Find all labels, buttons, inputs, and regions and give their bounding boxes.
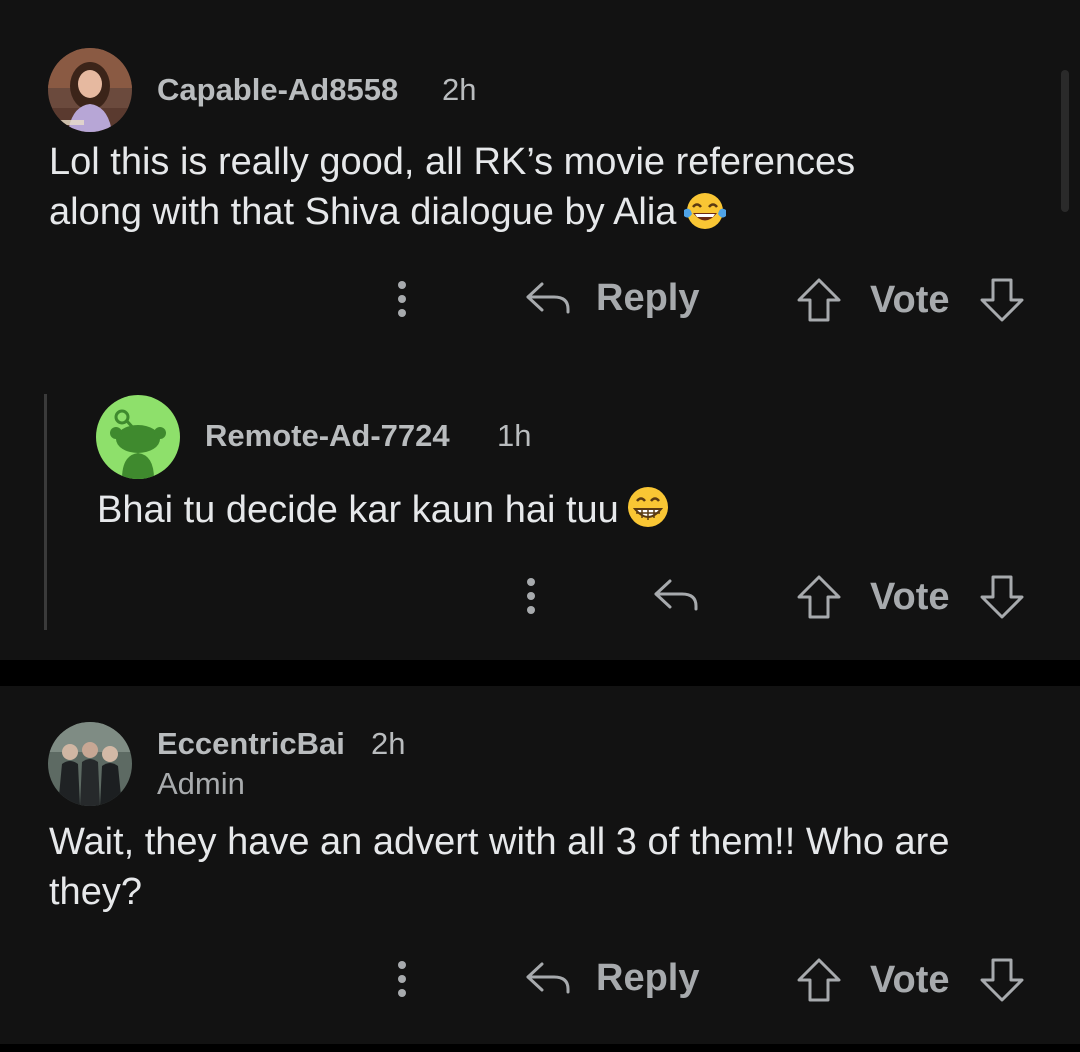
comment-thread: Capable-Ad8558 2h Lol this is really goo… [0, 0, 1080, 660]
avatar[interactable] [48, 48, 132, 132]
vote-controls: Vote [795, 573, 1026, 621]
reply-button[interactable]: Reply [524, 276, 699, 320]
reply-label: Reply [596, 956, 700, 999]
comment-body: Wait, they have an advert with all 3 of … [49, 817, 1049, 917]
reply-arrow-icon [526, 282, 570, 314]
comment-username[interactable]: EccentricBai [157, 726, 345, 762]
upvote-icon[interactable] [795, 276, 843, 324]
avatar-photo [48, 722, 132, 806]
user-flair-badge: Admin [157, 766, 245, 801]
reply-button[interactable] [652, 573, 700, 617]
more-options-button[interactable] [519, 575, 543, 619]
upvote-icon[interactable] [795, 956, 843, 1004]
comment-body: Bhai tu decide kar kaun hai tuu [97, 484, 997, 543]
reply-label: Reply [596, 276, 700, 319]
comment-timestamp: 2h [442, 72, 477, 107]
comment-timestamp: 2h [371, 726, 406, 761]
more-options-icon [527, 578, 535, 614]
comment-username[interactable]: Capable-Ad8558 [157, 72, 398, 108]
snoo-avatar-icon [96, 395, 180, 479]
more-options-icon [398, 961, 406, 997]
vote-label: Vote [870, 278, 950, 321]
downvote-icon[interactable] [978, 956, 1026, 1004]
thread-line[interactable] [44, 394, 47, 630]
vote-label: Vote [870, 575, 950, 618]
comment-body-text: Wait, they have an advert with all 3 of … [49, 821, 950, 913]
downvote-icon[interactable] [978, 276, 1026, 324]
grinning-face-emoji [625, 484, 671, 543]
vote-controls: Vote [795, 276, 1026, 324]
avatar[interactable] [96, 395, 180, 479]
more-options-icon [398, 281, 406, 317]
reply-arrow-icon [654, 579, 698, 611]
downvote-icon[interactable] [978, 573, 1026, 621]
reply-arrow-icon [526, 962, 570, 994]
more-options-button[interactable] [390, 278, 414, 322]
comment-timestamp: 1h [497, 418, 532, 453]
avatar-photo [48, 48, 132, 132]
comment-body: Lol this is really good, all RK’s movie … [49, 137, 949, 245]
scrollbar[interactable] [1061, 70, 1069, 212]
reply-button[interactable]: Reply [524, 956, 699, 1000]
comment-thread: EccentricBai 2h Admin Wait, they have an… [0, 686, 1080, 1044]
comment-username[interactable]: Remote-Ad-7724 [205, 418, 450, 454]
comment-body-text: Bhai tu decide kar kaun hai tuu [97, 489, 619, 531]
vote-label: Vote [870, 958, 950, 1001]
more-options-button[interactable] [390, 958, 414, 1002]
comment-body-text: Lol this is really good, all RK’s movie … [49, 141, 856, 233]
tears-of-joy-emoji [682, 190, 728, 245]
upvote-icon[interactable] [795, 573, 843, 621]
vote-controls: Vote [795, 956, 1026, 1004]
avatar[interactable] [48, 722, 132, 806]
